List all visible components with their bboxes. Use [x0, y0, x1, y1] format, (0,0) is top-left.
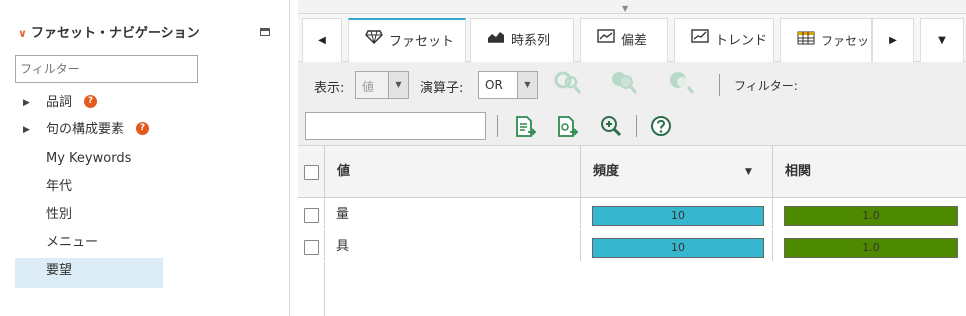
chevron-down-icon[interactable]: ▼ — [517, 72, 537, 98]
trend-chart-icon — [691, 19, 709, 62]
frequency-bar: 10 — [592, 238, 764, 258]
operator-select[interactable]: OR ▼ — [478, 71, 538, 99]
tab-time-series[interactable]: 時系列 — [470, 18, 574, 62]
column-header-label: 頻度 — [593, 164, 620, 179]
row-checkbox[interactable] — [304, 240, 319, 255]
tab-trend[interactable]: トレンド — [674, 18, 774, 62]
operator-label: 演算子: — [420, 81, 464, 96]
facet-filter-input[interactable] — [15, 55, 198, 83]
toolbar-separator — [636, 115, 637, 137]
panel-splitter[interactable]: ▼ — [298, 0, 966, 14]
grid-divider — [324, 146, 325, 316]
zoom-in-icon[interactable] — [599, 114, 623, 142]
tab-scroll-right-button[interactable]: ▶ — [872, 18, 914, 62]
row-checkbox[interactable] — [304, 208, 319, 223]
main-content: ▼ ◀ ファセット 時系列 偏差 トレンド ファセット — [298, 0, 966, 316]
deviation-chart-icon — [597, 19, 615, 62]
tab-label: トレンド — [715, 33, 768, 49]
search-include-icon[interactable] — [609, 68, 639, 102]
help-icon[interactable]: ? — [136, 122, 150, 135]
facet-item-pos[interactable]: ▶ 品詞? — [15, 90, 163, 116]
facet-navigation-panel: ∨ファセット・ナビゲーション ▶ 品詞? ▶ 句の構成要素? My Keywor… — [0, 0, 290, 316]
facet-item-label: 品詞 — [46, 95, 73, 110]
expand-arrow-icon[interactable]: ▶ — [23, 90, 30, 116]
facet-item-phrase-elements[interactable]: ▶ 句の構成要素? — [15, 117, 163, 143]
facet-item-gender[interactable]: 性別 — [15, 202, 163, 228]
display-select[interactable]: 値 ▼ — [355, 71, 409, 99]
tab-bar: ◀ ファセット 時系列 偏差 トレンド ファセット ▶ ▼ — [298, 14, 966, 63]
tab-label: ファセット — [821, 34, 871, 48]
select-all-checkbox[interactable] — [304, 165, 319, 180]
tab-label: 偏差 — [621, 33, 648, 49]
toolbar-separator — [497, 115, 498, 137]
table-icon — [797, 19, 815, 62]
operator-select-value: OR — [485, 78, 503, 92]
tab-facet[interactable]: ファセット — [348, 18, 466, 63]
facet-toolbar-secondary — [298, 106, 966, 146]
facet-item-label: 性別 — [46, 207, 73, 222]
row-value: 量 — [336, 207, 350, 222]
expand-arrow-icon[interactable]: ▶ — [23, 117, 30, 143]
facet-item-menu[interactable]: メニュー — [15, 230, 163, 256]
facet-search-input[interactable] — [305, 112, 486, 140]
facet-item-label: メニュー — [46, 235, 99, 250]
facet-item-label: 要望 — [46, 263, 73, 278]
facet-item-request[interactable]: 要望 — [15, 258, 163, 288]
table-row[interactable]: 量 10 1.0 — [298, 200, 966, 230]
collapse-arrow-icon[interactable]: ▼ — [622, 4, 628, 13]
grid-header: 値 頻度 ▼ 相関 — [298, 146, 966, 198]
search-link-icon[interactable] — [552, 68, 582, 102]
facet-item-label: 句の構成要素 — [46, 122, 125, 137]
tab-facet-table[interactable]: ファセット — [780, 18, 872, 62]
export-document-icon[interactable] — [514, 115, 538, 143]
facet-navigation-title: ファセット・ナビゲーション — [30, 26, 200, 41]
sort-descending-icon[interactable]: ▼ — [745, 146, 752, 198]
facet-item-my-keywords[interactable]: My Keywords — [15, 146, 163, 172]
tab-deviation[interactable]: 偏差 — [580, 18, 668, 62]
correlation-bar: 1.0 — [784, 238, 958, 258]
search-exclude-icon[interactable] — [666, 68, 696, 102]
column-header-correlation[interactable]: 相関 — [772, 146, 966, 198]
filter-label: フィルター: — [734, 79, 798, 93]
display-select-value: 値 — [362, 80, 375, 94]
export-chart-icon[interactable] — [556, 115, 580, 143]
chevron-down-icon: ∨ — [18, 27, 27, 40]
minimize-icon[interactable] — [260, 28, 270, 36]
facet-toolbar: 表示: 値 ▼ 演算子: OR ▼ フィルター: — [298, 62, 966, 106]
help-icon[interactable] — [649, 114, 673, 142]
column-header-value[interactable]: 値 — [324, 146, 580, 198]
facet-item-label: 年代 — [46, 179, 73, 194]
correlation-bar: 1.0 — [784, 206, 958, 226]
facet-item-label: My Keywords — [46, 151, 132, 166]
frequency-bar: 10 — [592, 206, 764, 226]
facet-item-age[interactable]: 年代 — [15, 174, 163, 200]
facet-navigation-header[interactable]: ∨ ファセット・ナビゲーション — [18, 22, 200, 41]
table-row[interactable]: 具 10 1.0 — [298, 232, 966, 262]
display-label: 表示: — [314, 81, 345, 96]
facet-grid: 値 頻度 ▼ 相関 量 10 1.0 具 10 1.0 — [298, 146, 966, 316]
area-chart-icon — [487, 19, 505, 62]
toolbar-separator — [719, 74, 720, 96]
tab-label: 時系列 — [511, 33, 551, 49]
chevron-down-icon[interactable]: ▼ — [388, 72, 408, 98]
tab-label: ファセット — [389, 34, 455, 50]
row-value: 具 — [336, 239, 350, 254]
diamond-icon — [365, 20, 383, 63]
tab-menu-dropdown-button[interactable]: ▼ — [920, 18, 964, 62]
help-icon[interactable]: ? — [84, 95, 98, 108]
tab-scroll-left-button[interactable]: ◀ — [302, 18, 342, 62]
column-header-frequency[interactable]: 頻度 ▼ — [580, 146, 772, 198]
